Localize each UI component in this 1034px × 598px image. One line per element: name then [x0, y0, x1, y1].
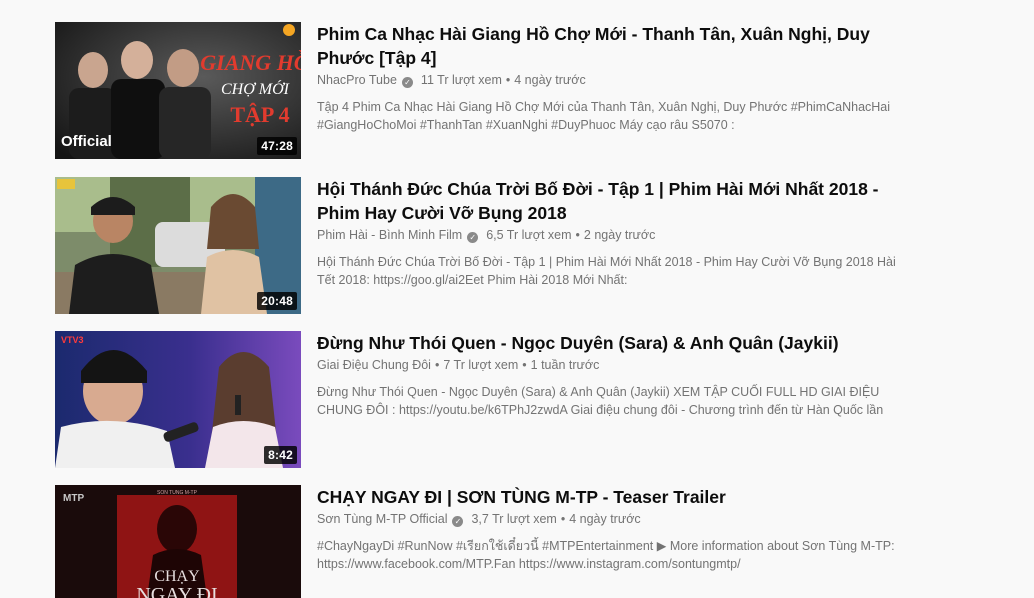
thumb-small-text: SON TUNG M-TP: [157, 490, 198, 496]
video-result[interactable]: 20:48 Hội Thánh Đức Chúa Trời Bố Đời - T…: [55, 177, 955, 314]
thumb-logo: MTP: [63, 493, 84, 504]
video-byline: Giai Điệu Chung Đôi • 7 Tr lượt xem • 1 tuần…: [317, 356, 917, 374]
separator-dot: •: [434, 358, 440, 372]
video-byline: Phim Hài - Bình Minh Film ✓ 6,5 Tr lượt xe…: [317, 226, 917, 244]
video-duration: 47:28: [257, 137, 297, 155]
video-thumbnail[interactable]: VTV3 8:42: [55, 331, 301, 468]
upload-age: 1 tuần trước: [530, 358, 600, 372]
view-count: 7 Tr lượt xem: [443, 358, 519, 372]
video-meta: Hội Thánh Đức Chúa Trời Bố Đời - Tập 1 |…: [317, 177, 917, 289]
search-results: GIANG HỒ CHỢ MỚI TẬP 4 Official 47:28 Ph…: [0, 0, 1034, 598]
video-thumbnail[interactable]: 20:48: [55, 177, 301, 314]
video-thumbnail[interactable]: GIANG HỒ CHỢ MỚI TẬP 4 Official 47:28: [55, 22, 301, 159]
video-byline: NhacPro Tube ✓ 11 Tr lượt xem • 4 ngày trước: [317, 71, 917, 89]
separator-dot: •: [505, 73, 511, 87]
verified-check-icon: ✓: [401, 77, 413, 88]
video-duration: 20:48: [257, 292, 297, 310]
view-count: 6,5 Tr lượt xem: [486, 228, 572, 242]
video-meta: CHẠY NGAY ĐI | SƠN TÙNG M-TP - Teaser Tr…: [317, 485, 917, 573]
upload-age: 4 ngày trước: [569, 512, 641, 526]
video-description: Tập 4 Phim Ca Nhạc Hài Giang Hồ Chợ Mới …: [317, 100, 891, 132]
verified-check-icon: ✓: [452, 516, 464, 527]
video-description: #ChayNgayDi #RunNow #เรียกใช้เดี๋ยวนี้ #…: [317, 539, 895, 571]
view-count: 11 Tr lượt xem: [420, 73, 502, 87]
thumb-official-badge: Official: [61, 133, 112, 150]
video-meta: Đừng Như Thói Quen - Ngọc Duyên (Sara) &…: [317, 331, 917, 419]
video-result[interactable]: MTP SON TUNG M-TP CHẠY NGAY ĐI CHẠY NGAY…: [55, 485, 955, 598]
video-meta: Phim Ca Nhạc Hài Giang Hồ Chợ Mới - Than…: [317, 22, 917, 134]
separator-dot: •: [522, 358, 527, 372]
video-result[interactable]: VTV3 8:42 Đừng Như Thói Quen - Ngọc Duyê…: [55, 331, 955, 468]
view-count: 3,7 Tr lượt xem: [471, 512, 557, 526]
thumb-title-line1: CHẠY: [154, 568, 200, 585]
thumb-title-line1: GIANG HỒ: [200, 50, 301, 75]
channel-name[interactable]: Phim Hài - Bình Minh Film: [317, 228, 462, 242]
video-byline: Sơn Tùng M-TP Official ✓ 3,7 Tr lượt xem • 4…: [317, 510, 917, 528]
thumb-title-line3: TẬP 4: [230, 102, 289, 127]
video-duration: 8:42: [264, 446, 297, 464]
video-description: Đừng Như Thói Quen - Ngọc Duyên (Sara) &…: [317, 385, 884, 417]
video-title[interactable]: Phim Ca Nhạc Hài Giang Hồ Chợ Mới - Than…: [317, 22, 917, 70]
upload-age: 4 ngày trước: [514, 73, 586, 87]
channel-name[interactable]: Sơn Tùng M-TP Official: [317, 512, 447, 526]
thumb-title-line2: CHỢ MỚI: [221, 79, 290, 98]
channel-name[interactable]: NhacPro Tube: [317, 73, 397, 87]
thumbnail-image: MTP SON TUNG M-TP CHẠY NGAY ĐI: [55, 485, 301, 598]
upload-age: 2 ngày trước: [583, 228, 656, 242]
video-title[interactable]: Đừng Như Thói Quen - Ngọc Duyên (Sara) &…: [317, 331, 917, 355]
svg-text:VTV3: VTV3: [61, 335, 84, 345]
video-thumbnail[interactable]: MTP SON TUNG M-TP CHẠY NGAY ĐI: [55, 485, 301, 598]
channel-name[interactable]: Giai Điệu Chung Đôi: [317, 358, 431, 372]
video-description: Hội Thánh Đức Chúa Trời Bố Đời - Tập 1 |…: [317, 255, 896, 287]
video-title[interactable]: CHẠY NGAY ĐI | SƠN TÙNG M-TP - Teaser Tr…: [317, 485, 917, 509]
thumb-title-line2: NGAY ĐI: [136, 584, 217, 598]
video-title[interactable]: Hội Thánh Đức Chúa Trời Bố Đời - Tập 1 |…: [317, 177, 917, 225]
separator-dot: •: [560, 512, 566, 526]
separator-dot: •: [575, 228, 580, 242]
video-result[interactable]: GIANG HỒ CHỢ MỚI TẬP 4 Official 47:28 Ph…: [55, 22, 955, 159]
verified-check-icon: ✓: [467, 232, 479, 243]
